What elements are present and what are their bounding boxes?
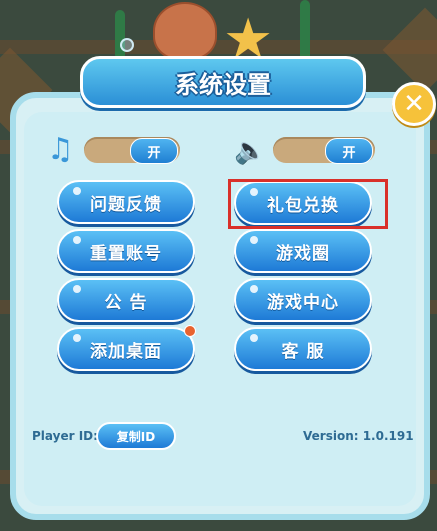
button-shine xyxy=(250,285,258,293)
highlight-box xyxy=(228,179,388,229)
copy-id-button-label: 复制ID xyxy=(116,429,156,444)
feedback-button[interactable]: 问题反馈 xyxy=(57,180,195,224)
game-center-button-label: 游戏中心 xyxy=(267,292,339,313)
sound-toggle-label: 开 xyxy=(342,145,356,161)
notification-dot xyxy=(184,325,196,337)
reset-account-button[interactable]: 重置账号 xyxy=(57,229,195,273)
music-note-icon: ♫ xyxy=(47,132,74,167)
add-desktop-button-label: 添加桌面 xyxy=(90,341,162,362)
customer-service-button[interactable]: 客 服 xyxy=(234,327,372,371)
notice-button[interactable]: 公 告 xyxy=(57,278,195,322)
add-desktop-button[interactable]: 添加桌面 xyxy=(57,327,195,371)
button-shine xyxy=(73,187,81,195)
game-center-button[interactable]: 游戏中心 xyxy=(234,278,372,322)
close-icon: ✕ xyxy=(403,89,425,119)
notice-button-label: 公 告 xyxy=(104,292,148,313)
music-toggle[interactable]: 开 xyxy=(84,137,180,164)
seaweed-plant xyxy=(115,10,125,60)
button-shine xyxy=(250,334,258,342)
dialog-title-banner: 系统设置 xyxy=(80,56,366,108)
game-circle-button[interactable]: 游戏圈 xyxy=(234,229,372,273)
reset-account-button-label: 重置账号 xyxy=(90,243,162,264)
shell-icon xyxy=(153,2,217,60)
feedback-button-label: 问题反馈 xyxy=(90,194,162,215)
version-label: Version: 1.0.191 xyxy=(303,429,414,443)
button-shine xyxy=(73,285,81,293)
music-toggle-knob: 开 xyxy=(130,138,178,164)
button-shine xyxy=(73,236,81,244)
wood-block xyxy=(382,7,437,93)
dialog-title: 系统设置 xyxy=(175,70,271,99)
sound-toggle[interactable]: 开 xyxy=(273,137,375,164)
music-toggle-label: 开 xyxy=(147,145,161,161)
game-circle-button-label: 游戏圈 xyxy=(276,243,330,264)
bubble xyxy=(120,38,134,52)
button-shine xyxy=(73,334,81,342)
button-shine xyxy=(250,236,258,244)
customer-service-button-label: 客 服 xyxy=(281,341,325,362)
copy-id-button[interactable]: 复制ID xyxy=(96,422,176,450)
speaker-icon: 🔈 xyxy=(234,136,267,166)
close-button[interactable]: ✕ xyxy=(392,82,436,126)
sound-toggle-knob: 开 xyxy=(325,138,373,164)
player-id-label: Player ID: xyxy=(32,429,98,443)
